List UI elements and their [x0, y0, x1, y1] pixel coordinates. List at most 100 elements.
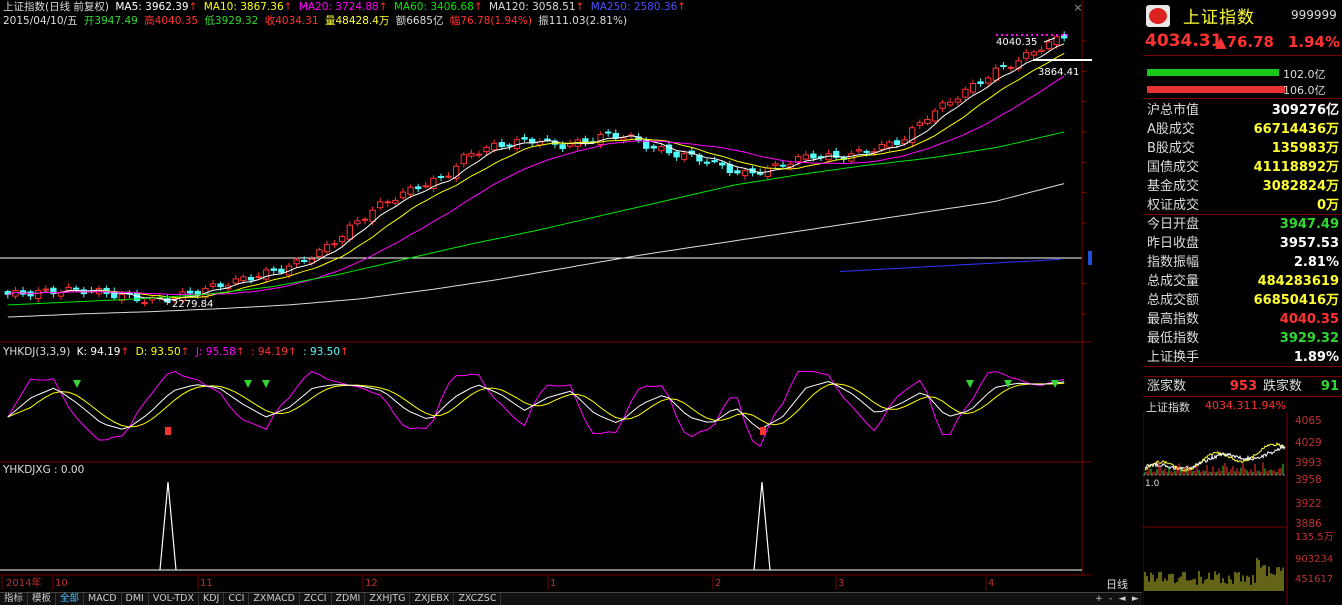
zoom-in-icon[interactable]: +: [1095, 593, 1103, 605]
quote-row: 总成交额 66850416万: [1143, 291, 1342, 310]
mini-axis-label: 4065: [1295, 415, 1322, 427]
candle-body: [970, 84, 975, 92]
tab-5[interactable]: VOL-TDX: [149, 593, 199, 605]
period-label[interactable]: 日线: [1092, 577, 1142, 592]
xg-spike: [160, 482, 176, 570]
tab-13[interactable]: ZXCZSC: [454, 593, 501, 605]
quote-row: 权证成交 0万: [1143, 196, 1342, 215]
month-label: 10: [55, 578, 68, 589]
quote-row: 总成交量 484283619: [1143, 272, 1342, 291]
kdj-j: J: 95.58: [196, 346, 236, 358]
ma10-line: [8, 53, 1064, 297]
kdj-d-arrow-icon: ↑: [181, 346, 190, 358]
zoom-out-icon[interactable]: -: [1109, 593, 1112, 605]
quote-row-value: 3957.53: [1280, 234, 1339, 253]
quote-row-label: 基金成交: [1147, 177, 1199, 196]
quote-row-label: 总成交额: [1147, 291, 1199, 310]
tab-1[interactable]: 模板: [28, 593, 56, 605]
kline-chart[interactable]: 4000380036003400320030002800240022004040…: [0, 0, 1092, 590]
quote-row-value: 41118892万: [1254, 158, 1339, 177]
candle-body: [545, 139, 550, 140]
month-label: 2014年: [6, 576, 41, 589]
quote-row: 昨日收盘 3957.53: [1143, 234, 1342, 253]
quote-row-value: 66714436万: [1254, 120, 1339, 139]
candle-body: [659, 147, 664, 151]
trading-terminal: 上证指数(日线 前复权) MA5: 3962.39↑ MA10: 3867.36…: [0, 0, 1342, 605]
candle-body: [408, 187, 413, 194]
quote-row-label: 权证成交: [1147, 196, 1199, 215]
candle-body: [210, 284, 215, 286]
mini-price: 4034.31: [1205, 399, 1251, 412]
buy-signal-icon: [165, 427, 171, 435]
quote-title: 上证指数: [1183, 3, 1255, 28]
candle-body: [188, 291, 193, 293]
tab-8[interactable]: ZXMACD: [249, 593, 300, 605]
quote-row-value: 3929.32: [1280, 329, 1339, 348]
sell-signal-icon: [244, 380, 252, 388]
candle-body: [461, 155, 466, 164]
candle-body: [1008, 67, 1013, 68]
candle-body: [796, 157, 801, 162]
candle-body: [332, 244, 337, 245]
intraday-chart[interactable]: 4065 4029 3993 3958 3922 3886 135.5万 903234 4516…: [1143, 412, 1342, 605]
candle-body: [1024, 53, 1029, 59]
candle-body: [606, 132, 611, 133]
candle-body: [704, 162, 709, 163]
quote-row-value: 0万: [1317, 196, 1339, 215]
candle-body: [507, 145, 512, 146]
candle-body: [940, 103, 945, 108]
candle-body: [887, 142, 892, 147]
tab-0[interactable]: 指标: [0, 593, 28, 605]
tab-9[interactable]: ZCCI: [300, 593, 332, 605]
mini-price-line: [1145, 446, 1285, 470]
j-line: [8, 372, 1064, 447]
tab-3[interactable]: MACD: [84, 593, 121, 605]
quote-row-label: 今日开盘: [1147, 215, 1199, 234]
price-tag-edge: [1088, 251, 1092, 265]
quote-change: ▲76.78: [1215, 33, 1274, 51]
candle-body: [74, 288, 79, 289]
mini-pct-label: 1.0: [1145, 479, 1160, 489]
candle-body: [986, 78, 991, 83]
buy-amount: 102.0亿: [1283, 66, 1326, 82]
ma5-line: [8, 44, 1064, 300]
quote-row-label: 指数振幅: [1147, 253, 1199, 272]
tab-2[interactable]: 全部: [56, 593, 84, 605]
candle-body: [355, 221, 360, 224]
candle-body: [233, 279, 238, 283]
tab-6[interactable]: KDJ: [199, 593, 224, 605]
app-logo-icon: [1146, 5, 1170, 27]
kdj-v4: : 94.19: [251, 346, 288, 358]
quote-row-value: 484283619: [1258, 272, 1339, 291]
buy-signal-icon: [760, 427, 766, 435]
tab-4[interactable]: DMI: [122, 593, 149, 605]
tab-12[interactable]: ZXJEBX: [410, 593, 454, 605]
candle-body: [682, 154, 687, 160]
candle-body: [492, 143, 497, 150]
candle-body: [248, 278, 253, 280]
kline-panel[interactable]: 上证指数(日线 前复权) MA5: 3962.39↑ MA10: 3867.36…: [0, 0, 1092, 590]
candle-body: [347, 225, 352, 239]
scroll-right-icon[interactable]: ►: [1132, 593, 1139, 605]
candle-body: [423, 186, 428, 187]
month-label: 1: [550, 578, 556, 589]
tab-10[interactable]: ZDMI: [332, 593, 366, 605]
quote-row: B股成交 135983万: [1143, 139, 1342, 158]
ma-annotation: 3864.41: [1038, 67, 1079, 78]
kdj-v4-arrow-icon: ↑: [288, 346, 297, 358]
tab-11[interactable]: ZXHJTG: [365, 593, 410, 605]
candle-body: [1031, 52, 1036, 55]
low-annotation: 2279.84: [172, 299, 213, 310]
quote-row: 沪总市值 309276亿: [1143, 101, 1342, 120]
quote-code: 999999: [1291, 8, 1337, 22]
quote-row: 上证换手 1.89%: [1143, 348, 1342, 367]
quote-row-value: 135983万: [1272, 139, 1339, 158]
candle-body: [36, 291, 41, 299]
tab-7[interactable]: CCI: [224, 593, 249, 605]
mini-vol-label: 903234: [1295, 554, 1333, 565]
candle-body: [879, 145, 884, 150]
up-label: 涨家数: [1147, 377, 1186, 396]
candle-body: [370, 210, 375, 221]
scroll-left-icon[interactable]: ◄: [1119, 593, 1126, 605]
ma20-line: [8, 76, 1064, 294]
